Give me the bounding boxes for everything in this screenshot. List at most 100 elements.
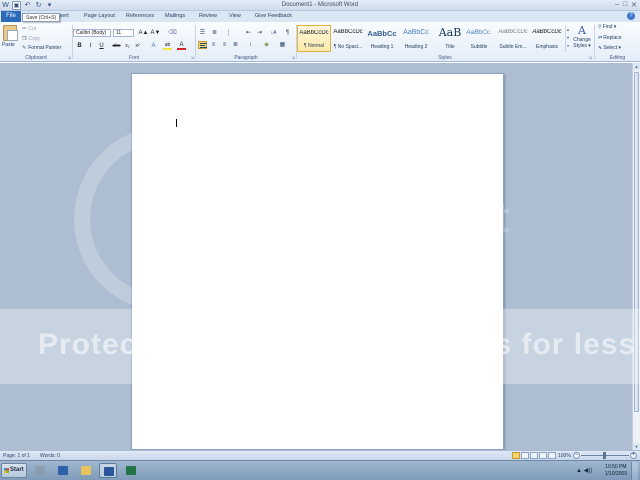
word-count[interactable]: Words: 0 bbox=[40, 453, 60, 459]
paste-icon[interactable] bbox=[3, 25, 18, 41]
ribbon: Paste ✂ Cut ❐ Copy ✎ Format Painter Clipboa… bbox=[0, 22, 640, 62]
start-button[interactable]: Start bbox=[1, 463, 27, 478]
tray-icons[interactable]: ▲ ◀)) bbox=[576, 467, 592, 474]
styles-group: Styles ⇲ bbox=[297, 24, 593, 61]
scroll-down-icon[interactable]: ▼ bbox=[633, 443, 640, 450]
subscript-button[interactable]: x₂ bbox=[123, 42, 132, 50]
vertical-scrollbar[interactable]: ▲ ▼ bbox=[632, 63, 640, 450]
align-right-icon[interactable]: ≡ bbox=[220, 41, 229, 49]
dialog-launcher-icon[interactable]: ⇲ bbox=[292, 55, 295, 60]
powershell-icon[interactable] bbox=[54, 463, 72, 478]
show-marks-button[interactable]: ¶ bbox=[283, 29, 292, 37]
folder-icon[interactable] bbox=[77, 463, 95, 478]
format-painter-button[interactable]: ✎ Format Painter bbox=[22, 45, 61, 51]
font-family-select[interactable]: Calibri (Body) bbox=[73, 29, 111, 37]
scissors-icon: ✂ bbox=[22, 26, 27, 32]
watermark-word: et bbox=[470, 193, 510, 242]
clock-time: 10:50 PM bbox=[605, 464, 627, 470]
page-count[interactable]: Page: 1 of 1 bbox=[3, 453, 30, 459]
paragraph-group-label: Paragraph bbox=[234, 55, 258, 61]
copy-label: Copy bbox=[28, 36, 41, 42]
computer-icon[interactable] bbox=[31, 463, 49, 478]
zoom-level[interactable]: 100% bbox=[558, 453, 571, 459]
decrease-indent-icon[interactable]: ⇤ bbox=[244, 29, 253, 37]
shrink-font-button[interactable]: A▼ bbox=[150, 29, 161, 37]
tab-file[interactable]: File bbox=[1, 11, 21, 22]
watermark-text: Protect more of your memories for less! bbox=[38, 328, 640, 361]
close-button[interactable]: ✕ bbox=[631, 1, 637, 9]
web-layout-icon[interactable] bbox=[530, 452, 538, 459]
outline-icon[interactable] bbox=[539, 452, 547, 459]
help-icon[interactable]: ? bbox=[627, 12, 635, 20]
clock[interactable]: 10:50 PM 1/10/2009 bbox=[605, 464, 627, 478]
cut-label: Cut bbox=[28, 26, 36, 32]
tab-review[interactable]: Review bbox=[199, 13, 217, 19]
copy-icon: ❐ bbox=[22, 36, 27, 42]
grow-font-button[interactable]: A▲ bbox=[138, 29, 149, 37]
editing-group-label: Editing bbox=[609, 55, 626, 61]
font-size-value: 11 bbox=[116, 30, 122, 36]
tab-page-layout[interactable]: Page Layout bbox=[84, 13, 115, 19]
sort-button[interactable]: ↓A bbox=[269, 29, 278, 37]
taskbar: Start ▲ ◀)) 10:50 PM 1/10/2009 bbox=[0, 460, 640, 480]
cut-button[interactable]: ✂ Cut bbox=[22, 26, 36, 32]
justify-icon[interactable]: ≣ bbox=[231, 41, 240, 49]
text-effects-button[interactable]: A bbox=[149, 42, 158, 50]
full-screen-reading-icon[interactable] bbox=[521, 452, 529, 459]
align-left-icon[interactable] bbox=[198, 41, 207, 49]
zoom-slider-thumb[interactable] bbox=[603, 452, 606, 459]
italic-button[interactable]: I bbox=[86, 42, 95, 50]
clipboard-group: Paste ✂ Cut ❐ Copy ✎ Format Painter Clipboa… bbox=[0, 24, 72, 61]
clear-formatting-icon[interactable]: ⌫ bbox=[168, 29, 177, 37]
font-group: Calibri (Body) 11 A▲ A▼ ⌫ B I U abc x₂ x… bbox=[73, 24, 195, 61]
system-tray: ▲ ◀)) 10:50 PM 1/10/2009 bbox=[576, 462, 638, 480]
numbering-icon[interactable]: ≣ bbox=[210, 29, 219, 37]
styles-group-label: Styles bbox=[438, 55, 452, 61]
title-bar: W ▣ ↶ ↻ ▾ Document1 - Microsoft Word – □… bbox=[0, 0, 640, 11]
watermark-logo bbox=[74, 126, 260, 312]
minimize-button[interactable]: – bbox=[615, 1, 619, 9]
dialog-launcher-icon[interactable]: ⇲ bbox=[589, 55, 592, 60]
format-painter-label: Format Painter bbox=[28, 45, 62, 51]
copy-button[interactable]: ❐ Copy bbox=[22, 36, 40, 42]
bullets-icon[interactable]: ☰ bbox=[198, 29, 207, 37]
font-family-value: Calibri (Body) bbox=[76, 30, 107, 36]
ribbon-tabs: File Insert Page Layout References Maili… bbox=[0, 11, 640, 22]
clipboard-group-label: Clipboard bbox=[25, 55, 47, 61]
paragraph-group: ☰ ≣ ⋮ ⇤ ⇥ ↓A ¶ ≡ ≡ ≣ ↕ ◈ ▦ Paragraph ⇲ bbox=[196, 24, 296, 61]
bold-button[interactable]: B bbox=[75, 42, 84, 50]
tab-view[interactable]: View bbox=[229, 13, 241, 19]
tab-mailings[interactable]: Mailings bbox=[165, 13, 185, 19]
zoom-in-button[interactable]: + bbox=[630, 452, 637, 459]
borders-icon[interactable]: ▦ bbox=[278, 41, 287, 49]
status-bar: Page: 1 of 1 Words: 0 100% − + bbox=[0, 450, 640, 460]
highlight-button[interactable]: ab bbox=[163, 42, 172, 50]
font-size-select[interactable]: 11 bbox=[113, 29, 134, 37]
tab-references[interactable]: References bbox=[126, 13, 154, 19]
align-center-icon[interactable]: ≡ bbox=[209, 41, 218, 49]
superscript-button[interactable]: x² bbox=[133, 42, 142, 50]
scroll-up-icon[interactable]: ▲ bbox=[633, 63, 640, 70]
dialog-launcher-icon[interactable]: ⇲ bbox=[191, 55, 194, 60]
zoom-out-button[interactable]: − bbox=[573, 452, 580, 459]
multilevel-list-icon[interactable]: ⋮ bbox=[224, 29, 233, 37]
draft-icon[interactable] bbox=[548, 452, 556, 459]
print-layout-icon[interactable] bbox=[512, 452, 520, 459]
paste-button[interactable]: Paste bbox=[2, 42, 15, 48]
view-buttons bbox=[512, 452, 556, 459]
brush-icon: ✎ bbox=[22, 45, 27, 51]
shading-icon[interactable]: ◈ bbox=[262, 41, 271, 49]
line-spacing-icon[interactable]: ↕ bbox=[246, 41, 255, 49]
strikethrough-button[interactable]: abc bbox=[111, 42, 122, 50]
font-color-button[interactable]: A bbox=[177, 42, 186, 50]
word-taskbar-icon[interactable] bbox=[99, 463, 117, 478]
excel-taskbar-icon[interactable] bbox=[122, 463, 140, 478]
dialog-launcher-icon[interactable]: ⇲ bbox=[68, 55, 71, 60]
editing-group: Editing bbox=[595, 24, 640, 61]
show-desktop-button[interactable] bbox=[631, 462, 638, 480]
tab-give-feedback[interactable]: Give Feedback bbox=[255, 13, 292, 19]
maximize-button[interactable]: □ bbox=[623, 1, 627, 9]
increase-indent-icon[interactable]: ⇥ bbox=[255, 29, 264, 37]
font-group-label: Font bbox=[128, 55, 139, 61]
underline-button[interactable]: U bbox=[97, 42, 106, 50]
